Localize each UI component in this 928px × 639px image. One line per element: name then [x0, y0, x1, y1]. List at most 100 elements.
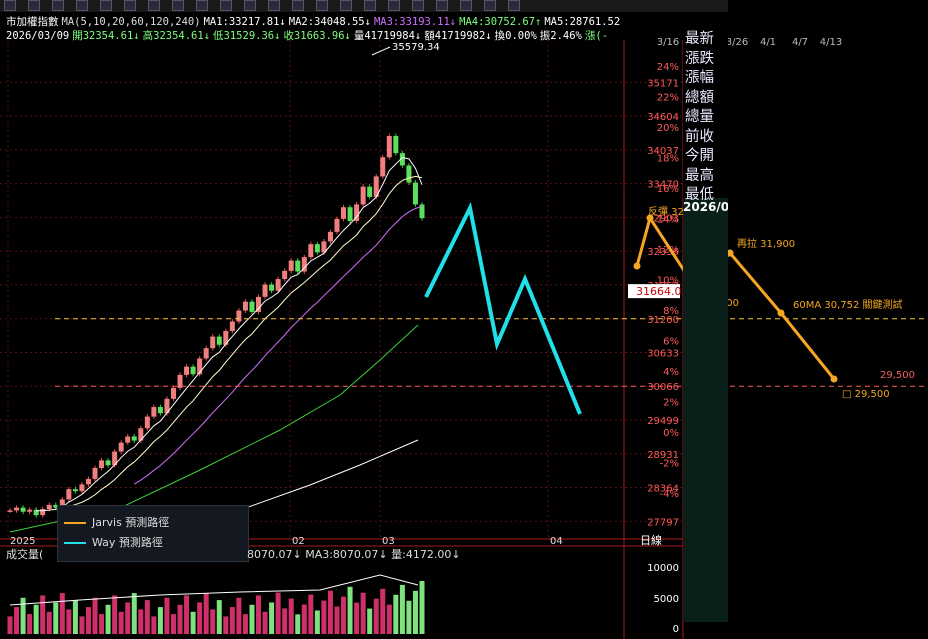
volume-bar [275, 592, 281, 634]
volume-bar [203, 593, 209, 634]
volume-title: 成交量( [6, 548, 44, 561]
candle-body [314, 244, 320, 253]
volume-bar [301, 604, 307, 634]
volume-bar [341, 596, 347, 634]
ma-legend-row: 市加權指數 MA(5,10,20,60,120,240) MA1:33217.81↓… [6, 14, 623, 29]
volume-bar [85, 607, 91, 634]
candle-body [190, 366, 196, 375]
quote-value-4: 收31663.96↓ [283, 30, 351, 42]
date-tick-label: 04 [550, 536, 563, 547]
volume-bar [288, 598, 294, 634]
volume-bar [99, 614, 105, 634]
candle-body [99, 460, 105, 468]
candle-body [236, 310, 242, 322]
volume-bar [256, 595, 262, 634]
quote-value-3: 低31529.36↓ [213, 30, 281, 42]
candle-body [295, 260, 301, 272]
candle-body [203, 348, 209, 359]
pct-tick-label: 0% [663, 428, 679, 439]
candle-body [7, 510, 13, 512]
candle-body [118, 442, 124, 452]
quote-value-9: 漲(- [584, 30, 609, 42]
volume-bar [354, 602, 360, 634]
quote-field-label: 漲幅 [685, 70, 714, 86]
legend-label: Jarvis 預測路徑 [92, 516, 170, 529]
candle-body [393, 136, 399, 154]
pct-tick-label: 8% [663, 306, 679, 317]
volume-bar [236, 597, 242, 634]
price-tick-label: 34604 [647, 112, 679, 123]
candle-body [308, 244, 314, 258]
volume-bar [190, 611, 196, 634]
prediction-legend: Jarvis 預測路徑 Way 預測路徑 [57, 505, 249, 562]
candle-body [334, 218, 340, 232]
volume-bar [72, 600, 78, 634]
volume-bar [367, 608, 373, 634]
quote-value-6: 額41719982↓ [424, 30, 492, 42]
volume-bar [223, 616, 229, 634]
volume-bar [262, 611, 268, 634]
volume-bar [242, 614, 248, 634]
legend-swatch [64, 522, 86, 524]
volume-bar [125, 602, 131, 634]
candle-body [327, 231, 333, 242]
volume-bar [112, 595, 118, 634]
legend-item: Jarvis 預測路徑 [64, 514, 169, 530]
index-name: 市加權指數 [6, 16, 59, 28]
volume-bar [269, 602, 275, 634]
volume-bar [249, 604, 255, 634]
quote-field-label: 前收 [685, 128, 714, 145]
volume-bar [46, 611, 52, 634]
ma-value-5: MA5:28761.52 [544, 16, 621, 28]
candle-body [184, 366, 190, 375]
candle-body [412, 182, 418, 205]
volume-bar [170, 614, 176, 634]
last-price-label: 31664.0 [636, 285, 682, 298]
volume-bar [157, 607, 163, 634]
pct-tick-label: 22% [657, 93, 679, 104]
volume-bar [419, 580, 425, 634]
jarvis-forecast-point [633, 262, 641, 270]
quote-field-label: 總量 [685, 109, 714, 125]
quote-panel-date: 2026/0 [683, 200, 728, 214]
pct-tick-label: -2% [660, 459, 679, 470]
quote-panel-labels: 最新 漲跌 漲幅 總額 總量 前收 今開 最高 最低 [683, 30, 728, 203]
volume-bar [334, 606, 340, 634]
quote-value-2: 高32354.61↓ [142, 30, 211, 42]
ma-line [36, 157, 423, 512]
candle-body [105, 460, 111, 466]
quote-panel: 最新 漲跌 漲幅 總額 總量 前收 今開 最高 最低 2026/0 [683, 30, 728, 622]
pct-tick-label: 20% [657, 123, 679, 134]
price-tick-label: 30633 [647, 348, 679, 359]
volume-bar [79, 616, 85, 634]
forecast-date-label: 3/26 [726, 37, 748, 48]
quote-field-label: 最高 [685, 167, 714, 184]
volume-bar [399, 584, 405, 634]
ma-value-2: MA2:34048.55↓ [288, 16, 371, 28]
candle-body [92, 467, 98, 479]
candle-body [269, 284, 275, 291]
volume-bar [314, 610, 320, 634]
volume-bar [131, 593, 137, 634]
volume-bar [347, 586, 353, 634]
candle-body [79, 484, 85, 492]
candle-body [210, 336, 216, 349]
candle-body [125, 436, 131, 443]
ma-line [133, 205, 423, 485]
volume-bar [164, 597, 170, 634]
volume-bar [92, 597, 98, 634]
price-tick-label: 30066 [647, 382, 679, 393]
price-tick-label: 29499 [647, 416, 679, 427]
candlesticks: 35579.34 [7, 42, 440, 518]
candle-body [367, 186, 373, 197]
candle-body [380, 157, 386, 177]
volume-bar [210, 609, 216, 634]
volume-bar [53, 602, 59, 634]
candle-body [406, 165, 412, 183]
candle-body [223, 331, 229, 345]
candle-body [288, 260, 294, 271]
candle-body [386, 136, 392, 158]
pct-tick-label: 4% [663, 367, 679, 378]
high-marker-label: 35579.34 [392, 42, 440, 53]
volume-bar [216, 600, 222, 634]
